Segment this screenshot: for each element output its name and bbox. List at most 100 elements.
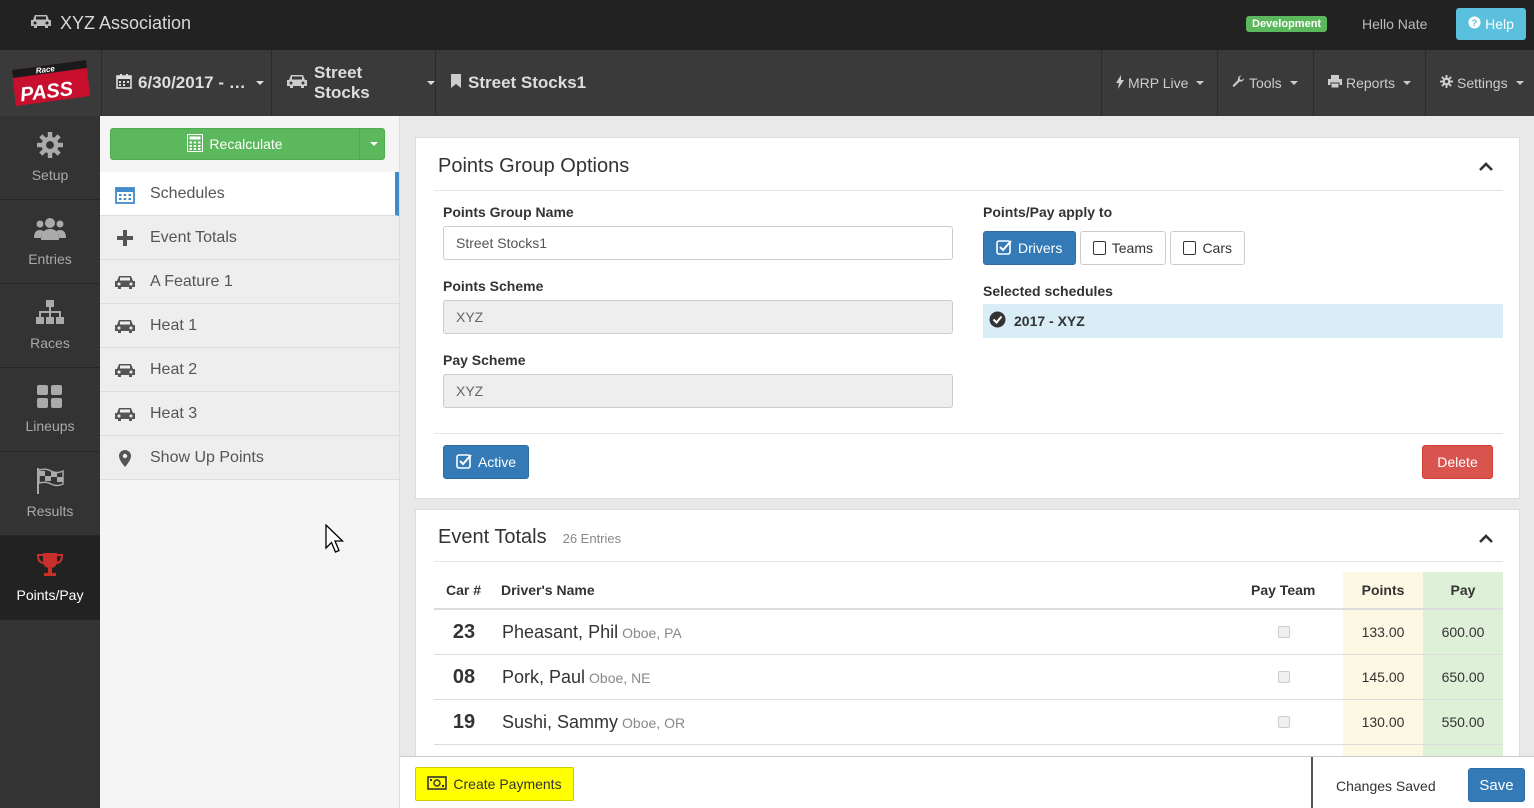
table-row[interactable]: 19 Sushi, Sammy Oboe, OR 130.00 550.00 <box>434 700 1503 745</box>
main-content: Points Group Options Points Group Name S… <box>400 116 1534 756</box>
driver-name[interactable]: Pheasant, Phil <box>502 622 618 642</box>
sidebar-item-label: A Feature 1 <box>150 272 233 290</box>
points-group-options-panel: Points Group Options Points Group Name S… <box>415 137 1520 499</box>
apply-cars-toggle[interactable]: Cars <box>1170 231 1245 265</box>
nav-lineups[interactable]: Lineups <box>0 368 100 452</box>
apply-teams-label: Teams <box>1111 240 1153 256</box>
driver-location: Oboe, PA <box>622 625 682 641</box>
table-row[interactable]: 08 Pork, Paul Oboe, NE 145.00 650.00 <box>434 655 1503 700</box>
sidebar-item-event-totals[interactable]: Event Totals <box>100 216 399 260</box>
points-scheme-field: XYZ <box>443 300 953 334</box>
delete-button[interactable]: Delete <box>1422 445 1493 479</box>
class-label: Street Stocks <box>314 63 370 102</box>
help-button[interactable]: ? Help <box>1456 8 1526 40</box>
points-group-name-input[interactable]: Street Stocks1 <box>443 226 953 260</box>
pay-value: 550.00 <box>1441 714 1485 730</box>
active-toggle-button[interactable]: Active <box>443 445 529 479</box>
question-circle-icon: ? <box>1468 16 1481 32</box>
top-bar: XYZ Association Development Hello Nate ?… <box>0 0 1534 50</box>
pay-value: 600.00 <box>1441 624 1485 640</box>
save-status: Changes Saved <box>1336 778 1436 794</box>
driver-name[interactable]: Sushi, Sammy <box>502 712 618 732</box>
chevron-down-icon <box>370 142 378 146</box>
menu-tools[interactable]: Tools <box>1217 50 1313 116</box>
menu-settings[interactable]: Settings <box>1425 50 1534 116</box>
class-selector[interactable]: Street Stocks <box>271 50 435 116</box>
points-scheme-label: Points Scheme <box>443 278 544 294</box>
table-row[interactable]: 23 Pheasant, Phil Oboe, PA 133.00 600.00 <box>434 610 1503 655</box>
chevron-up-icon[interactable] <box>1479 159 1493 173</box>
check-square-icon <box>456 453 472 472</box>
sidebar-item-a-feature-1[interactable]: A Feature 1 <box>100 260 399 304</box>
col-header-points[interactable]: Points <box>1343 582 1423 598</box>
event-totals-panel: Event Totals 26 Entries Car # Driver's N… <box>415 509 1520 756</box>
user-greeting[interactable]: Hello Nate <box>1362 16 1427 32</box>
chevron-down-icon <box>427 81 435 85</box>
nav-races[interactable]: Races <box>0 284 100 368</box>
menu-mrp-live[interactable]: MRP Live <box>1101 50 1217 116</box>
driver-cell: Pork, Paul Oboe, NE <box>502 667 651 688</box>
recalculate-button[interactable]: Recalculate <box>110 128 360 160</box>
car-number: 08 <box>452 666 476 688</box>
sidebar-item-label: Heat 1 <box>150 316 198 334</box>
sidebar-item-show-up-points[interactable]: Show Up Points <box>100 436 399 480</box>
col-header-pay-team[interactable]: Pay Team <box>1251 582 1315 598</box>
nav-entries[interactable]: Entries <box>0 200 100 284</box>
car-icon <box>30 13 52 34</box>
sidebar-item-label: Heat 2 <box>150 360 198 378</box>
divider <box>434 190 1503 191</box>
points-value: 133.00 <box>1361 624 1405 640</box>
plus-icon <box>114 228 136 248</box>
calendar-icon <box>116 73 132 94</box>
myracepass-logo[interactable]: Race PASS <box>8 56 92 110</box>
apply-drivers-toggle[interactable]: Drivers <box>983 231 1076 265</box>
car-icon <box>114 404 136 424</box>
create-payments-button[interactable]: Create Payments <box>415 767 574 801</box>
sidebar-item-schedules[interactable]: Schedules <box>100 172 399 216</box>
menu-reports-label: Reports <box>1346 75 1396 91</box>
chevron-down-icon <box>255 81 264 85</box>
col-header-pay[interactable]: Pay <box>1423 582 1503 598</box>
date-selector[interactable]: 6/30/2017 - … <box>101 50 271 116</box>
col-header-driver[interactable]: Driver's Name <box>501 582 595 598</box>
nav-lineups-label: Lineups <box>25 418 75 434</box>
nav-points-pay[interactable]: Points/Pay <box>0 536 100 620</box>
pay-team-checkbox[interactable] <box>1278 716 1290 728</box>
chevron-up-icon[interactable] <box>1479 531 1493 545</box>
nav-results[interactable]: Results <box>0 452 100 536</box>
map-marker-icon <box>114 448 136 468</box>
points-value: 145.00 <box>1361 669 1405 685</box>
sidebar-item-label: Event Totals <box>150 228 237 246</box>
points-group-label: Street Stocks1 <box>468 73 587 92</box>
panel-title: Points Group Options <box>438 155 630 177</box>
menu-reports[interactable]: Reports <box>1313 50 1425 116</box>
sidebar-item-heat-1[interactable]: Heat 1 <box>100 304 399 348</box>
nav-results-label: Results <box>26 503 74 519</box>
driver-name[interactable]: Pork, Paul <box>502 667 585 687</box>
pay-team-checkbox[interactable] <box>1278 671 1290 683</box>
sidebar-item-heat-2[interactable]: Heat 2 <box>100 348 399 392</box>
brand[interactable]: XYZ Association <box>30 13 191 34</box>
nav-setup-label: Setup <box>31 167 69 183</box>
selected-schedule-item[interactable]: 2017 - XYZ <box>983 304 1503 338</box>
users-icon <box>34 216 66 245</box>
car-number: 23 <box>452 621 476 643</box>
mouse-cursor-icon <box>325 523 345 559</box>
pay-scheme-label: Pay Scheme <box>443 352 526 368</box>
active-label: Active <box>477 454 517 470</box>
flag-checkered-icon <box>36 468 64 497</box>
nav-setup[interactable]: Setup <box>0 116 100 200</box>
car-icon <box>114 316 136 336</box>
recalculate-dropdown-toggle[interactable] <box>359 128 385 160</box>
pay-team-checkbox[interactable] <box>1278 626 1290 638</box>
sidebar-item-heat-3[interactable]: Heat 3 <box>100 392 399 436</box>
date-label: 6/30/2017 - … <box>138 73 246 92</box>
wrench-icon <box>1232 75 1245 91</box>
col-header-car[interactable]: Car # <box>446 582 481 598</box>
save-button[interactable]: Save <box>1468 768 1525 802</box>
calculator-icon <box>187 133 204 155</box>
trophy-icon <box>36 552 64 581</box>
apply-teams-toggle[interactable]: Teams <box>1080 231 1166 265</box>
square-icon <box>1093 241 1106 255</box>
car-number: 19 <box>452 711 476 733</box>
